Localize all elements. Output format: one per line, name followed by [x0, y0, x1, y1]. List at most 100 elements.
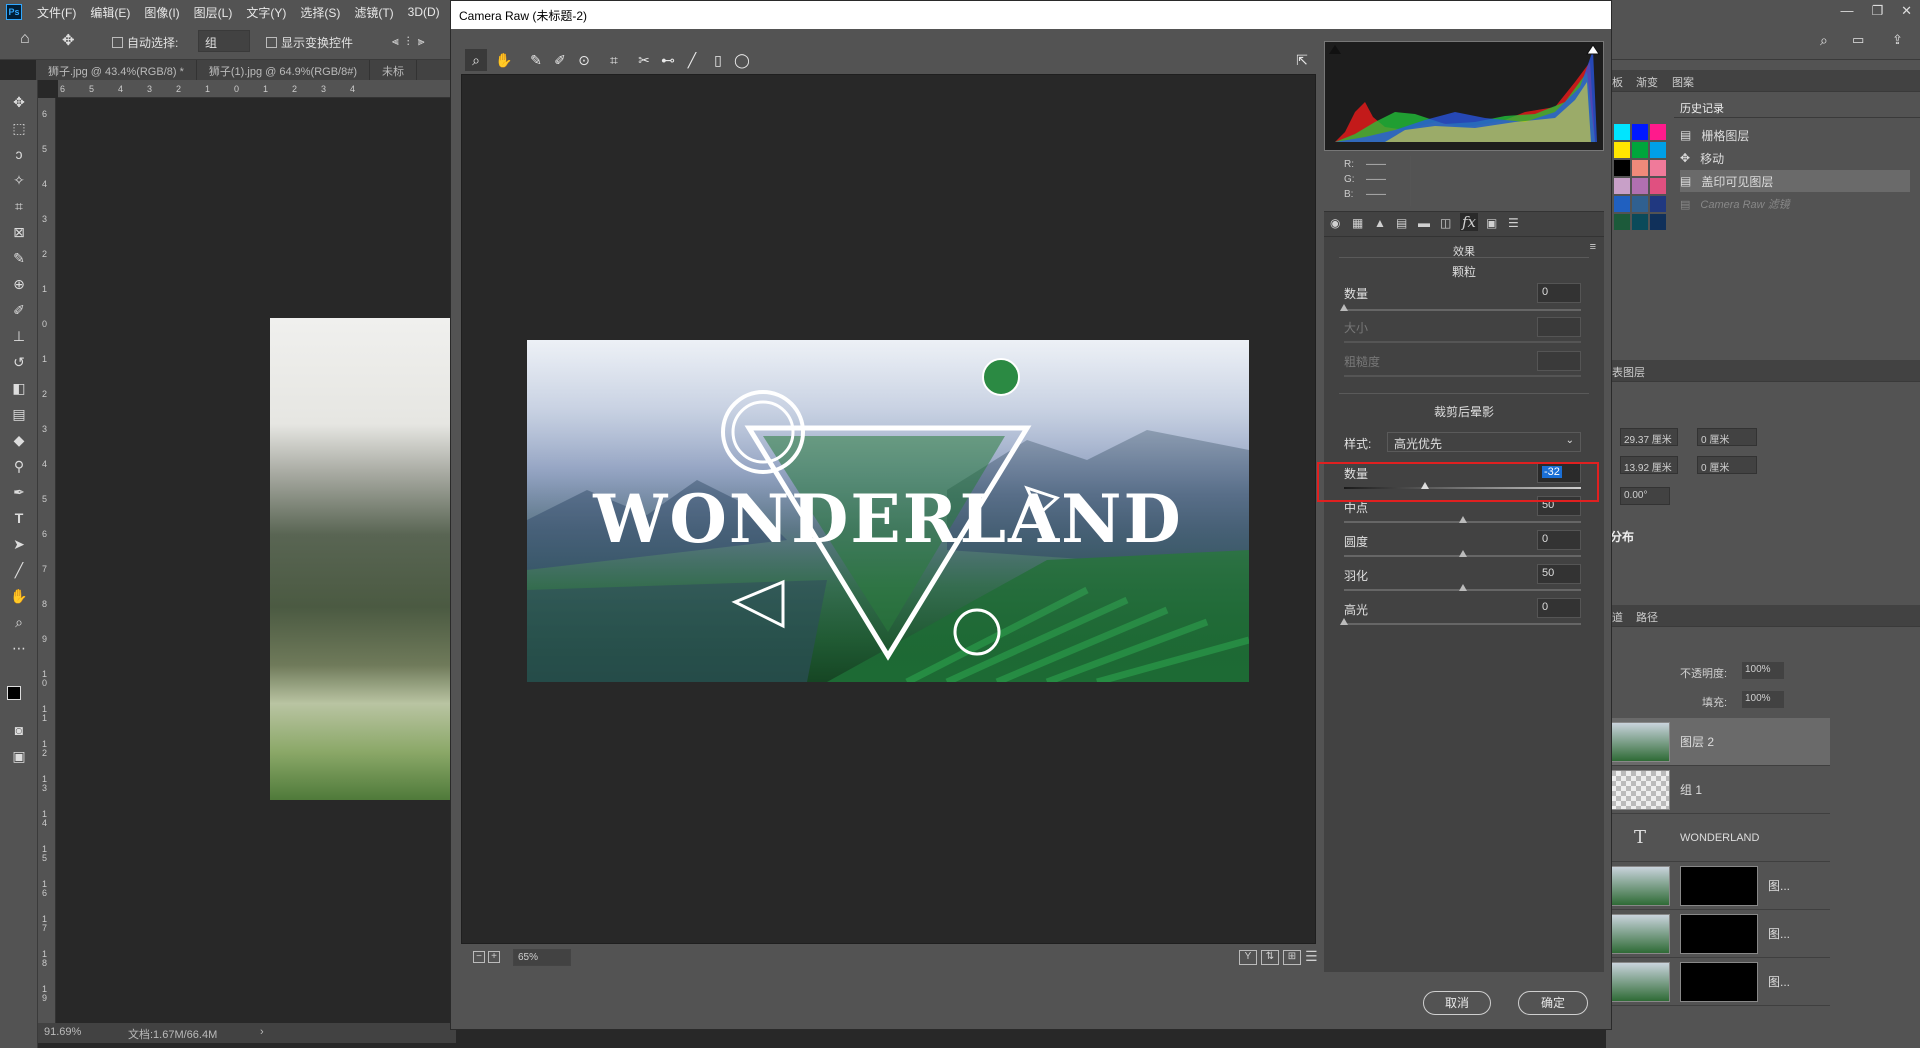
open-preferences-icon[interactable]: ⇱ — [1291, 49, 1313, 71]
fx-tab-icon[interactable]: fx — [1460, 213, 1479, 231]
width-field[interactable]: 29.37 厘米 — [1620, 428, 1678, 446]
targeted-adjust-icon[interactable]: ⊙ — [573, 49, 595, 71]
hand-tool-icon[interactable]: ✋ — [493, 49, 515, 71]
lens-tab-icon[interactable]: ◫ — [1440, 216, 1451, 230]
x-field[interactable]: 0 厘米 — [1697, 428, 1757, 446]
layer-row[interactable]: 图... — [1610, 958, 1830, 1006]
align-icons[interactable]: ⫷⫶⫸ — [392, 34, 433, 49]
dodge-tool-icon[interactable]: ⚲ — [9, 456, 29, 476]
radial-filter-icon[interactable]: ◯ — [731, 49, 753, 71]
color-swatch[interactable] — [1614, 178, 1630, 194]
foreground-color[interactable] — [7, 686, 21, 700]
stamp-tool-icon[interactable]: ⊥ — [9, 326, 29, 346]
transform-tool-icon[interactable]: ⌗ — [603, 49, 625, 71]
doc-tab[interactable]: 狮子.jpg @ 43.4%(RGB/8) * — [36, 60, 197, 80]
tab-history[interactable]: 历史记录 — [1680, 100, 1724, 116]
before-after-icon[interactable]: Y — [1239, 950, 1257, 965]
healing-brush-icon[interactable]: ⊕ — [9, 274, 29, 294]
blur-tool-icon[interactable]: ◆ — [9, 430, 29, 450]
graduated-filter-icon[interactable]: ▯ — [707, 49, 729, 71]
red-eye-icon[interactable]: ⊷ — [657, 49, 679, 71]
style-dropdown[interactable]: 高光优先 ⌄ — [1387, 432, 1581, 452]
tab-patterns[interactable]: 图案 — [1672, 74, 1694, 90]
frame-tool-icon[interactable]: ⊠ — [9, 222, 29, 242]
close-icon[interactable]: ✕ — [1901, 3, 1912, 19]
tab-paths[interactable]: 路径 — [1636, 609, 1658, 625]
angle-field[interactable]: 0.00° — [1620, 487, 1670, 505]
marquee-tool-icon[interactable]: ⬚ — [9, 118, 29, 138]
search-icon[interactable]: ⌕ — [1820, 32, 1828, 49]
history-item[interactable]: ▤ Camera Raw 滤镜 — [1680, 193, 1910, 215]
highlights-field[interactable]: 0 — [1537, 598, 1581, 618]
menu-file[interactable]: 文件(F) — [30, 4, 83, 21]
layer-row[interactable]: 图层 2 — [1610, 718, 1830, 766]
zoom-tool-icon[interactable]: ⌕ — [9, 612, 29, 632]
tab-swatches[interactable]: 板 — [1612, 74, 1623, 90]
auto-select-dropdown[interactable]: 组 — [198, 30, 250, 52]
menu-select[interactable]: 选择(S) — [293, 4, 347, 21]
white-balance-icon[interactable]: ✎ — [525, 49, 547, 71]
feather-field[interactable]: 50 — [1537, 564, 1581, 584]
tab-gradients[interactable]: 渐变 — [1636, 74, 1658, 90]
menu-type[interactable]: 文字(Y) — [239, 4, 293, 21]
color-swatch[interactable] — [1632, 160, 1648, 176]
auto-select-checkbox[interactable]: 自动选择: — [112, 34, 178, 51]
minimize-icon[interactable]: — — [1840, 3, 1853, 19]
menu-3d[interactable]: 3D(D) — [401, 5, 447, 19]
screen-mode-icon[interactable]: ▣ — [9, 746, 29, 766]
workspace-icon[interactable]: ▭ — [1852, 32, 1864, 48]
color-swatch[interactable] — [1632, 178, 1648, 194]
color-swatch[interactable] — [1614, 142, 1630, 158]
split-toning-tab-icon[interactable]: ▬ — [1418, 216, 1430, 230]
grain-amount-field[interactable]: 0 — [1537, 283, 1581, 303]
color-swatch[interactable] — [1632, 124, 1648, 140]
color-swatch[interactable] — [1614, 196, 1630, 212]
hand-tool-icon[interactable]: ✋ — [9, 586, 29, 606]
color-swatch[interactable] — [1650, 160, 1666, 176]
menu-filter[interactable]: 滤镜(T) — [347, 4, 400, 21]
height-field[interactable]: 13.92 厘米 — [1620, 456, 1678, 474]
hsl-tab-icon[interactable]: ▤ — [1396, 216, 1407, 230]
more-tools-icon[interactable]: ⋯ — [9, 638, 29, 658]
fill-field[interactable]: 100% — [1742, 691, 1784, 708]
color-swatch[interactable] — [1650, 196, 1666, 212]
history-brush-icon[interactable]: ↺ — [9, 352, 29, 372]
eyedropper-icon[interactable]: ✎ — [9, 248, 29, 268]
zoom-in-icon[interactable]: + — [488, 951, 500, 963]
cancel-button[interactable]: 取消 — [1423, 991, 1491, 1015]
path-select-icon[interactable]: ➤ — [9, 534, 29, 554]
detail-tab-icon[interactable]: ▲ — [1374, 216, 1386, 230]
zoom-dropdown[interactable]: 65% — [513, 949, 571, 966]
tab-channels[interactable]: 道 — [1612, 609, 1623, 625]
menu-edit[interactable]: 编辑(E) — [83, 4, 137, 21]
menu-image[interactable]: 图像(I) — [137, 4, 186, 21]
history-item[interactable]: ✥ 移动 — [1680, 147, 1910, 169]
zoom-out-icon[interactable]: − — [473, 951, 485, 963]
layer-row[interactable]: 组 1 — [1610, 766, 1830, 814]
color-swatch[interactable] — [1632, 196, 1648, 212]
share-icon[interactable]: ⇪ — [1892, 32, 1903, 48]
toggle-settings-icon[interactable]: ☰ — [1305, 948, 1318, 965]
pen-tool-icon[interactable]: ✒ — [9, 482, 29, 502]
midpoint-handle[interactable] — [1458, 516, 1467, 523]
basic-tab-icon[interactable]: ◉ — [1330, 216, 1340, 230]
doc-tab[interactable]: 狮子(1).jpg @ 64.9%(RGB/8#) — [197, 60, 370, 80]
color-swatch[interactable] — [1650, 178, 1666, 194]
history-item[interactable]: ▤ 栅格图层 — [1680, 124, 1910, 146]
highlights-handle[interactable] — [1340, 618, 1348, 625]
color-swatch[interactable] — [1650, 142, 1666, 158]
color-swatch[interactable] — [1614, 160, 1630, 176]
swap-icon[interactable]: ⇅ — [1261, 950, 1279, 965]
show-transform-checkbox[interactable]: 显示变换控件 — [266, 34, 353, 51]
feather-handle[interactable] — [1458, 584, 1467, 591]
panel-menu-icon[interactable]: ≡ — [1590, 241, 1596, 253]
gradient-tool-icon[interactable]: ▤ — [9, 404, 29, 424]
lasso-tool-icon[interactable]: ↄ — [9, 144, 29, 164]
tone-curve-tab-icon[interactable]: ▦ — [1352, 216, 1363, 230]
layer-row[interactable]: 图... — [1610, 910, 1830, 958]
y-field[interactable]: 0 厘米 — [1697, 456, 1757, 474]
layer-row[interactable]: T WONDERLAND — [1610, 814, 1830, 862]
grain-amount-slider[interactable] — [1344, 309, 1581, 311]
move-tool-icon[interactable]: ✥ — [9, 92, 29, 112]
opacity-field[interactable]: 100% — [1742, 662, 1784, 679]
